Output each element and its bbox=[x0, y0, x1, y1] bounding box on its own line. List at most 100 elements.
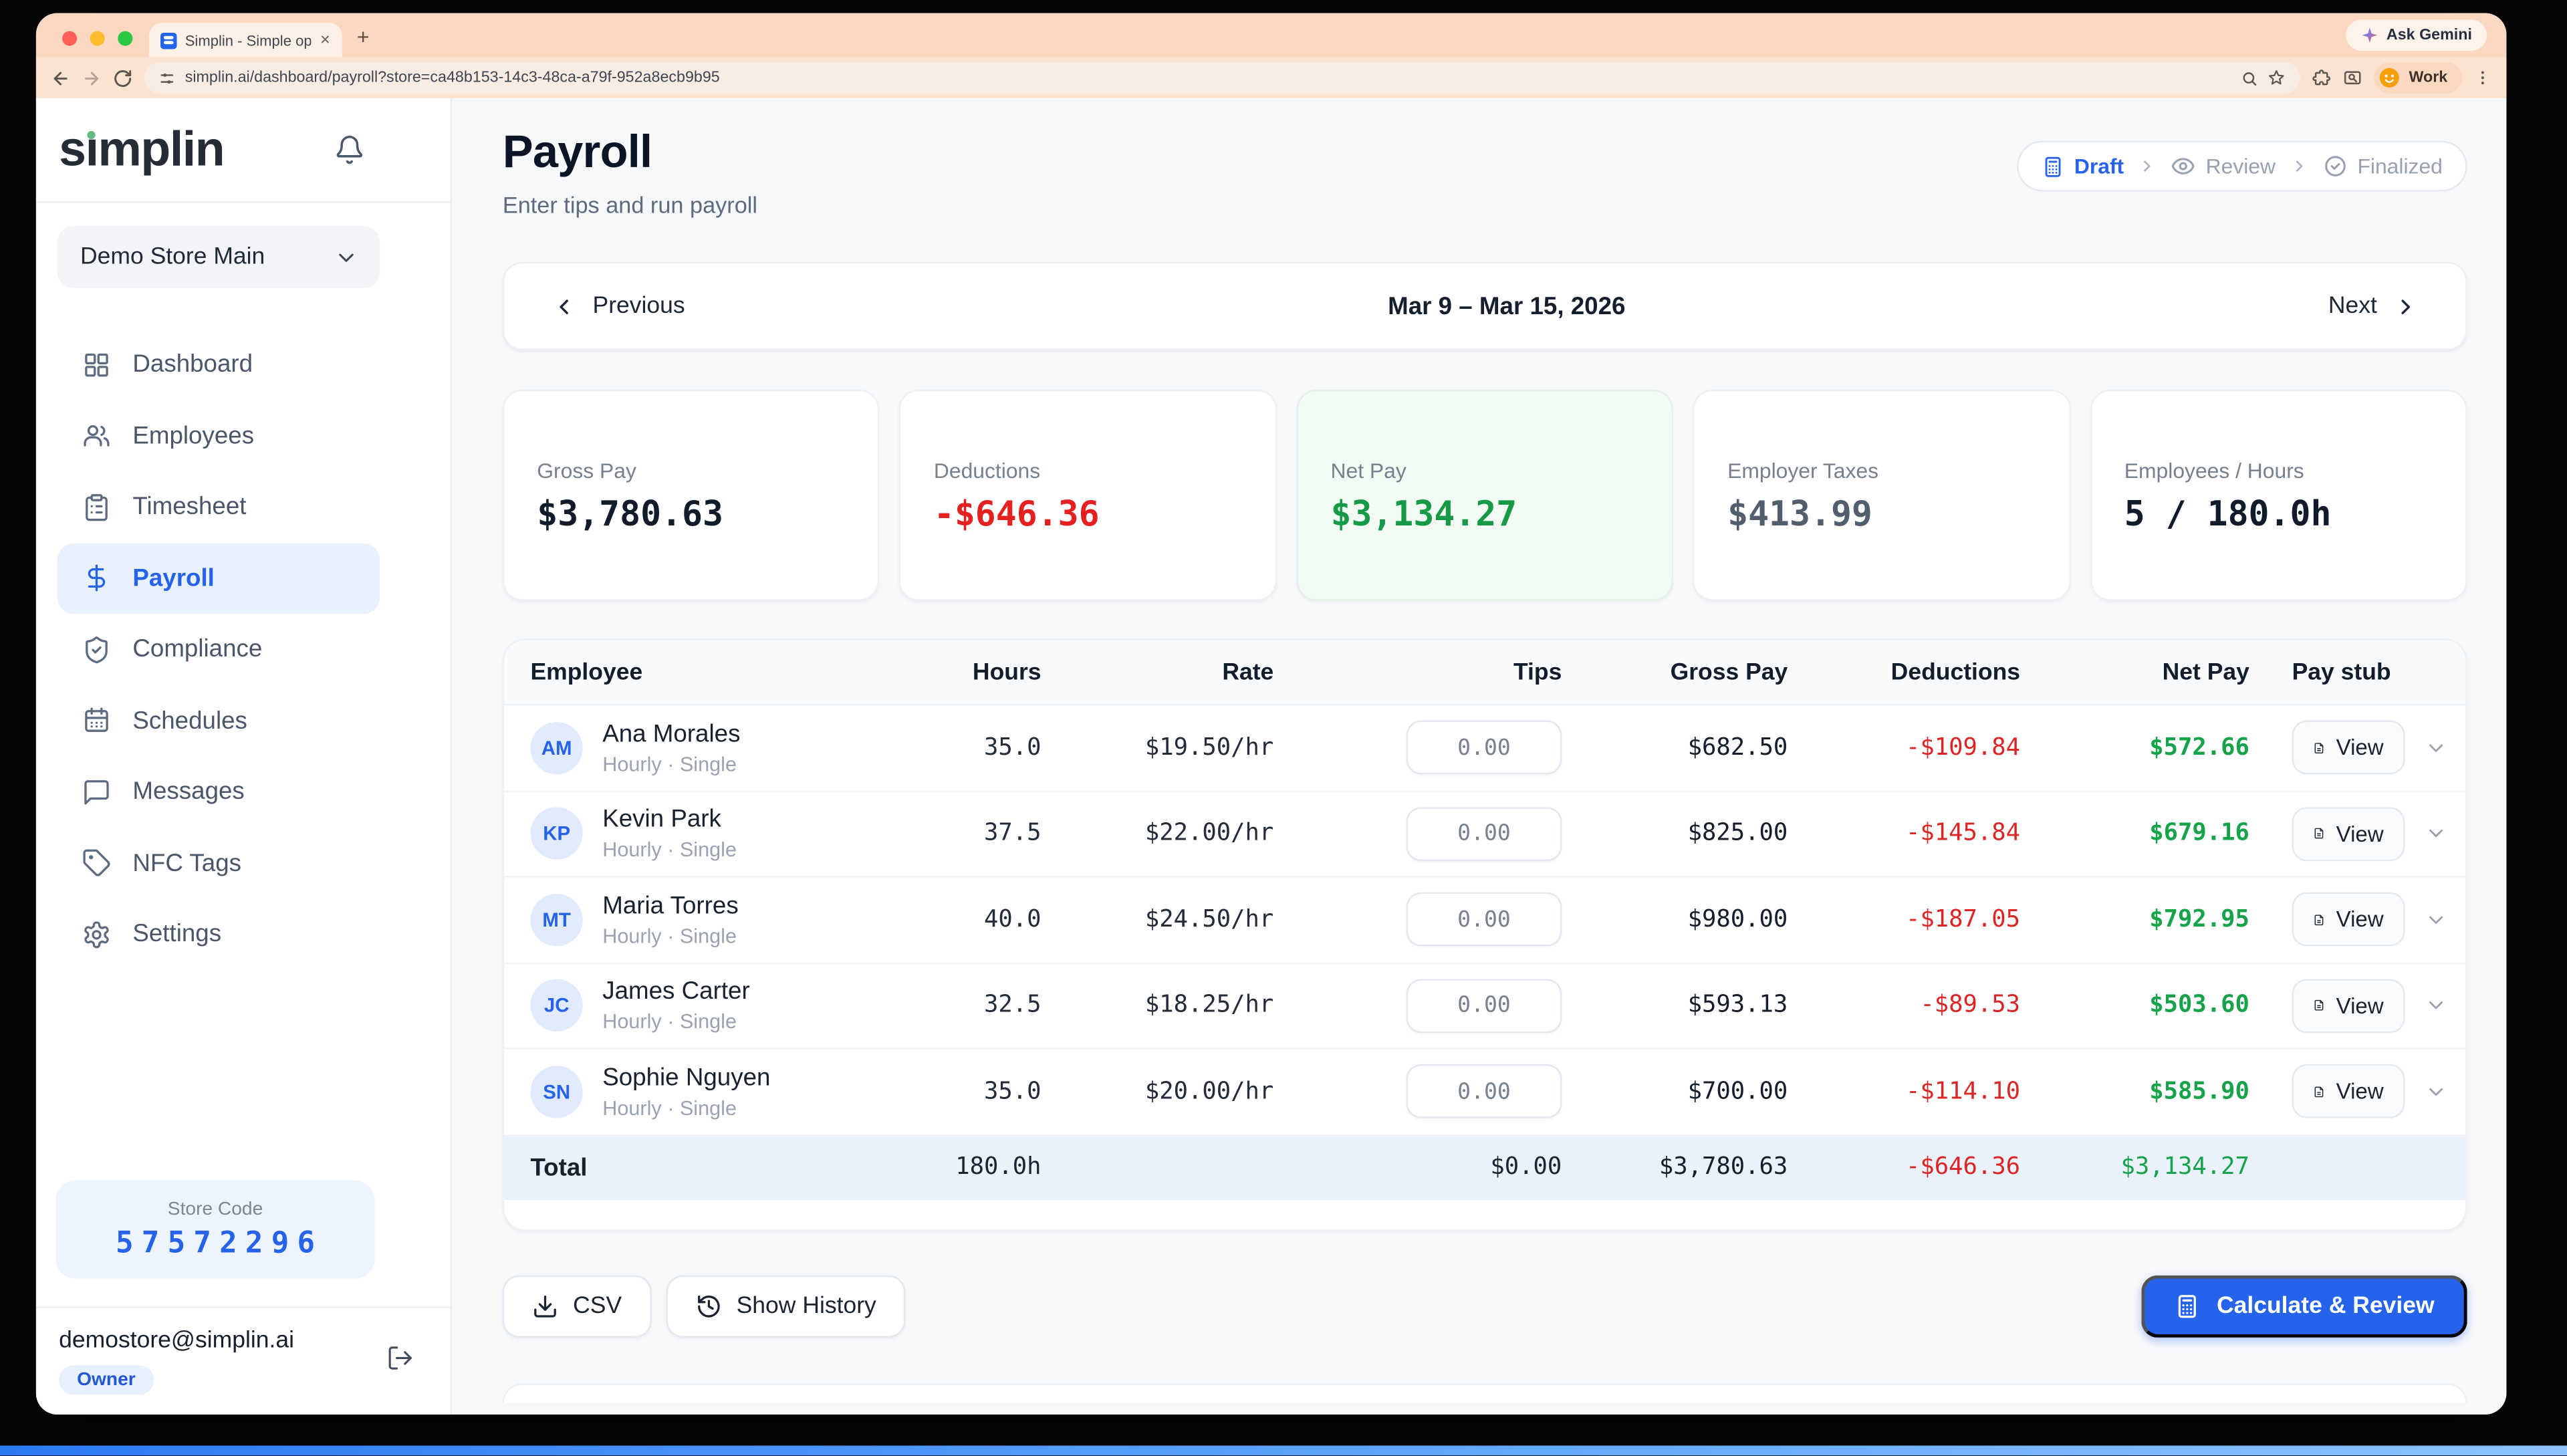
sidebar-item-messages[interactable]: Messages bbox=[57, 756, 380, 828]
avatar: SN bbox=[530, 1066, 582, 1118]
minimize-window-button[interactable] bbox=[90, 31, 105, 46]
expand-row-icon[interactable] bbox=[2425, 908, 2447, 931]
previous-week-button[interactable]: Previous bbox=[552, 293, 685, 319]
users-icon bbox=[82, 421, 111, 451]
sidebar-item-compliance[interactable]: Compliance bbox=[57, 614, 380, 685]
site-settings-icon[interactable] bbox=[159, 70, 175, 86]
employee-name: Ana Morales bbox=[602, 720, 740, 748]
eye-icon bbox=[2171, 154, 2196, 178]
tips-input[interactable] bbox=[1407, 1064, 1562, 1118]
total-hours: 180.0h bbox=[955, 1155, 1041, 1181]
calendar-icon bbox=[82, 706, 111, 735]
calculate-review-button[interactable]: Calculate & Review bbox=[2141, 1275, 2467, 1337]
net-pay-cell: $503.60 bbox=[2149, 993, 2249, 1019]
view-paystub-button[interactable]: View bbox=[2292, 721, 2405, 775]
sidebar-item-nfc-tags[interactable]: NFC Tags bbox=[57, 828, 380, 899]
show-history-button[interactable]: Show History bbox=[666, 1275, 906, 1337]
expand-row-icon[interactable] bbox=[2425, 994, 2447, 1017]
desktop-wallpaper-strip bbox=[0, 1445, 2567, 1455]
browser-menu-icon[interactable] bbox=[2473, 69, 2491, 87]
summary-card-net-pay: Net Pay $3,134.27 bbox=[1296, 390, 1673, 601]
store-code-card: Store Code 57572296 bbox=[55, 1181, 375, 1279]
browser-tabstrip: Simplin - Simple operations, s ✕ + Ask G… bbox=[36, 13, 2507, 57]
extensions-puzzle-icon[interactable] bbox=[2312, 68, 2332, 88]
table-row: KP Kevin Park Hourly · Single 37.5 $22.0… bbox=[504, 792, 2465, 878]
employee-name: Sophie Nguyen bbox=[602, 1064, 770, 1092]
table-header-row: Employee Hours Rate Tips Gross Pay Deduc… bbox=[504, 640, 2465, 706]
back-icon[interactable] bbox=[51, 68, 70, 88]
store-selector[interactable]: Demo Store Main bbox=[57, 226, 380, 288]
payroll-table: Employee Hours Rate Tips Gross Pay Deduc… bbox=[503, 638, 2467, 1230]
export-csv-button[interactable]: CSV bbox=[503, 1275, 651, 1337]
view-paystub-button[interactable]: View bbox=[2292, 1064, 2405, 1118]
ask-gemini-button[interactable]: Ask Gemini bbox=[2346, 19, 2487, 51]
window-controls bbox=[62, 31, 132, 46]
page-subtitle: Enter tips and run payroll bbox=[503, 192, 757, 218]
chat-icon bbox=[82, 777, 111, 807]
check-circle-icon bbox=[2323, 154, 2348, 178]
logout-icon[interactable] bbox=[386, 1344, 414, 1372]
maximize-window-button[interactable] bbox=[118, 31, 132, 46]
deductions-cell: -$187.05 bbox=[1906, 906, 2020, 933]
summary-card-employees-hours: Employees / Hours 5 / 180.0h bbox=[2090, 390, 2467, 601]
sidebar-item-timesheet[interactable]: Timesheet bbox=[57, 471, 380, 543]
net-pay-cell: $792.95 bbox=[2149, 906, 2249, 933]
new-tab-button[interactable]: + bbox=[357, 25, 370, 49]
employee-meta: Hourly · Single bbox=[602, 838, 737, 861]
tips-input[interactable] bbox=[1407, 892, 1562, 947]
view-paystub-button[interactable]: View bbox=[2292, 979, 2405, 1033]
sidebar-item-dashboard[interactable]: Dashboard bbox=[57, 329, 380, 400]
desktop: Simplin - Simple operations, s ✕ + Ask G… bbox=[0, 0, 2567, 1455]
browser-profile-chip[interactable]: Work bbox=[2374, 62, 2462, 94]
reload-icon[interactable] bbox=[113, 68, 132, 88]
tips-input[interactable] bbox=[1407, 979, 1562, 1033]
sidebar-header: sımplin bbox=[36, 98, 451, 203]
week-range: Mar 9 – Mar 15, 2026 bbox=[685, 292, 2328, 320]
tab-close-icon[interactable]: ✕ bbox=[320, 33, 330, 47]
zoom-icon[interactable] bbox=[2242, 70, 2258, 86]
next-week-button[interactable]: Next bbox=[2328, 293, 2418, 319]
close-window-button[interactable] bbox=[62, 31, 77, 46]
forward-icon[interactable] bbox=[82, 68, 101, 88]
role-badge: Owner bbox=[59, 1365, 154, 1394]
browser-tab[interactable]: Simplin - Simple operations, s ✕ bbox=[149, 23, 342, 57]
address-bar[interactable]: simplin.ai/dashboard/payroll?store=ca48b… bbox=[144, 62, 2301, 94]
bookmark-star-icon[interactable] bbox=[2268, 69, 2286, 87]
shield-check-icon bbox=[82, 635, 111, 664]
bell-icon[interactable] bbox=[334, 134, 366, 166]
deductions-cell: -$109.84 bbox=[1906, 735, 2020, 761]
table-row: AM Ana Morales Hourly · Single 35.0 $19.… bbox=[504, 706, 2465, 792]
sidebar-item-employees[interactable]: Employees bbox=[57, 400, 380, 472]
account-email: demostore@simplin.ai bbox=[59, 1328, 294, 1354]
rate-cell: $22.00/hr bbox=[1145, 821, 1273, 847]
deductions-cell: -$145.84 bbox=[1906, 821, 2020, 847]
document-icon bbox=[2313, 1080, 2324, 1103]
tips-input[interactable] bbox=[1407, 807, 1562, 861]
view-paystub-button[interactable]: View bbox=[2292, 892, 2405, 947]
sidebar-item-schedules[interactable]: Schedules bbox=[57, 685, 380, 757]
next-section-sliver bbox=[503, 1382, 2467, 1402]
gross-pay-cell: $682.50 bbox=[1688, 735, 1788, 761]
employee-name: Maria Torres bbox=[602, 892, 738, 920]
tag-icon bbox=[82, 848, 111, 878]
sidebar-item-settings[interactable]: Settings bbox=[57, 898, 380, 970]
url-text: simplin.ai/dashboard/payroll?store=ca48b… bbox=[185, 69, 2232, 87]
avatar: AM bbox=[530, 721, 582, 773]
expand-row-icon[interactable] bbox=[2425, 736, 2447, 759]
view-paystub-button[interactable]: View bbox=[2292, 807, 2405, 861]
gross-pay-cell: $825.00 bbox=[1688, 821, 1788, 847]
table-row: MT Maria Torres Hourly · Single 40.0 $24… bbox=[504, 878, 2465, 964]
tips-input[interactable] bbox=[1407, 721, 1562, 775]
grid-icon bbox=[82, 350, 111, 379]
net-pay-cell: $679.16 bbox=[2149, 821, 2249, 847]
sidebar-item-payroll[interactable]: Payroll bbox=[57, 543, 380, 614]
document-icon bbox=[2313, 822, 2324, 845]
step-review[interactable]: Review bbox=[2171, 154, 2276, 178]
step-draft[interactable]: Draft bbox=[2042, 154, 2124, 178]
step-finalized[interactable]: Finalized bbox=[2323, 154, 2443, 178]
expand-row-icon[interactable] bbox=[2425, 822, 2447, 845]
screen-search-icon[interactable] bbox=[2343, 68, 2362, 88]
chevron-right-icon bbox=[2290, 157, 2308, 175]
expand-row-icon[interactable] bbox=[2425, 1080, 2447, 1103]
hours-cell: 32.5 bbox=[984, 993, 1042, 1019]
